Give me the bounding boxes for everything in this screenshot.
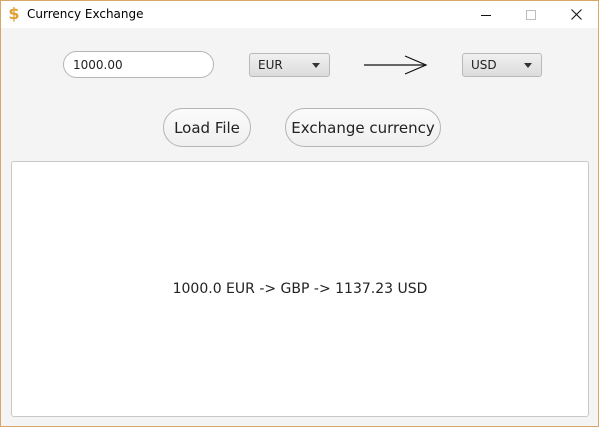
maximize-button[interactable] [508,1,554,28]
title-bar[interactable]: $ Currency Exchange [1,1,598,28]
result-panel: 1000.0 EUR -> GBP -> 1137.23 USD [11,161,589,417]
arrow-right-icon [364,55,428,75]
chevron-down-icon [524,63,532,68]
dollar-icon: $ [8,4,20,23]
load-file-button[interactable]: Load File [163,108,251,147]
to-currency-value: USD [471,58,497,72]
exchange-currency-button[interactable]: Exchange currency [285,108,441,147]
from-currency-select[interactable]: EUR [249,53,330,77]
maximize-icon [526,9,536,20]
close-icon [570,9,582,20]
amount-input[interactable] [63,51,214,78]
minimize-icon [481,14,491,16]
minimize-button[interactable] [463,1,509,28]
result-text: 1000.0 EUR -> GBP -> 1137.23 USD [172,281,428,297]
chevron-down-icon [312,63,320,68]
from-currency-value: EUR [258,58,283,72]
app-window: $ Currency Exchange EUR USD [0,0,599,427]
to-currency-select[interactable]: USD [462,53,542,77]
window-title: Currency Exchange [27,7,144,21]
close-button[interactable] [553,1,599,28]
